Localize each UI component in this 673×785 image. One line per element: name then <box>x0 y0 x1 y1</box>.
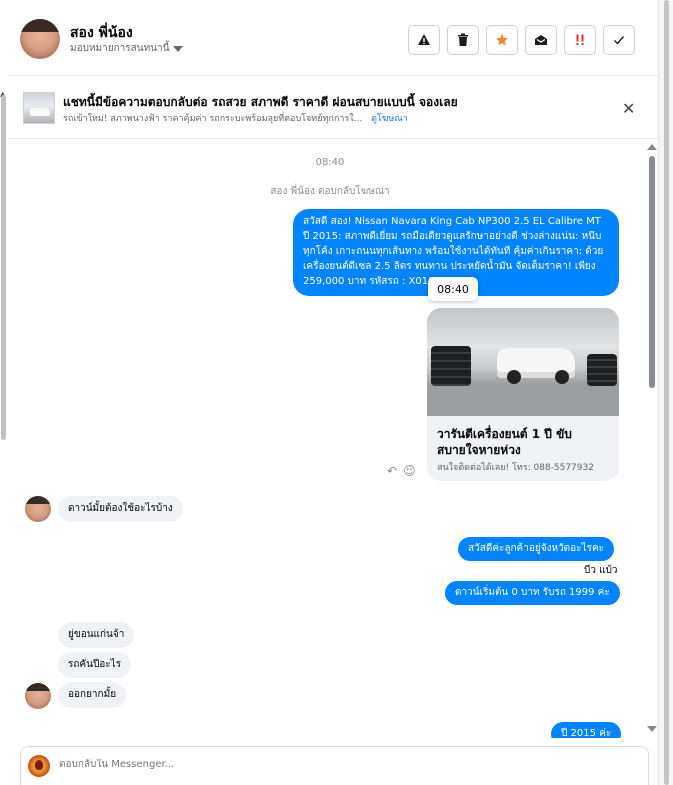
envelope-open-icon <box>535 35 547 45</box>
important-icon <box>576 34 584 45</box>
trash-icon <box>458 33 468 46</box>
incoming-message[interactable]: ยู่ขอนแก่นจ้า <box>58 622 135 648</box>
delete-button[interactable] <box>447 25 479 55</box>
view-ad-link[interactable]: ดูโฆษณา <box>371 114 408 124</box>
warning-icon <box>418 34 430 45</box>
scroll-down-icon[interactable] <box>647 726 657 732</box>
conversation-thread[interactable]: 08:40 สอง พี่น้อง ตอบกลับโฆษณา สวัสดี สอ… <box>8 140 658 738</box>
mark-unread-button[interactable] <box>525 25 557 55</box>
message-actions: ↶ ☺ <box>387 464 416 478</box>
sender-label: บีว แบ้ว <box>584 565 618 576</box>
assign-conversation-dropdown[interactable]: มอบหมายการสนทนานี้ <box>70 41 184 56</box>
mark-done-button[interactable] <box>603 25 635 55</box>
outgoing-message[interactable]: ดาวน์เริ่มต้น 0 บาท รับรถ 1999 ค่ะ <box>445 581 620 605</box>
star-button[interactable] <box>486 25 518 55</box>
caret-down-icon <box>173 45 184 52</box>
ad-subtitle: รถเข้าใหม่! สภาพนางฟ้า ราคาคุ้มค่า รถกระ… <box>63 111 408 125</box>
incoming-message[interactable]: รถคันปีอะไร <box>58 652 132 678</box>
message-composer <box>20 746 649 785</box>
card-subtitle: สนใจติดต่อได้เลย! โทร: 088-5577932 <box>437 463 594 473</box>
emoji-react-icon[interactable]: ☺ <box>403 464 416 478</box>
contact-avatar-small[interactable] <box>25 496 51 522</box>
report-spam-button[interactable] <box>408 25 440 55</box>
listing-card[interactable]: วารันตีเครื่องยนต์ 1 ปี ขับสบายใจหายห่วง… <box>427 308 619 481</box>
incoming-message[interactable]: ออกยากมั้ย <box>58 682 127 708</box>
contact-avatar-small[interactable] <box>25 683 51 709</box>
ad-description: รถเข้าใหม่! สภาพนางฟ้า ราคาคุ้มค่า รถกระ… <box>63 114 363 124</box>
header-actions <box>408 25 635 55</box>
check-icon <box>614 36 625 45</box>
reply-icon[interactable]: ↶ <box>387 464 397 478</box>
outgoing-message[interactable]: ปี 2015 ค่ะ <box>551 722 622 738</box>
card-title: วารันตีเครื่องยนต์ 1 ปี ขับสบายใจหายห่วง <box>437 427 572 457</box>
ad-reply-banner: แชทนี้มีข้อความตอบกลับต่อ รถสวย สภาพดี ร… <box>8 77 658 139</box>
scroll-up-icon[interactable] <box>647 144 657 150</box>
outer-left-scrollbar[interactable]: ▲ <box>0 0 8 785</box>
star-icon <box>496 34 508 46</box>
outgoing-message[interactable]: สวัสดีค่ะลูกค้าอยู่จังหวัดอะไรคะ <box>458 537 615 561</box>
incoming-message[interactable]: ดาวน์มั้ยต้องใช้อะไรบ้าง <box>58 496 183 522</box>
reply-input[interactable] <box>59 759 619 770</box>
timestamp: 08:40 <box>315 157 345 168</box>
vehicle-photo[interactable] <box>427 308 619 416</box>
outer-left-scroll-thumb[interactable] <box>1 95 6 440</box>
close-icon[interactable]: ✕ <box>622 99 635 118</box>
ad-thumbnail[interactable] <box>23 92 55 124</box>
assign-label: มอบหมายการสนทนานี้ <box>70 43 170 54</box>
ad-title: แชทนี้มีข้อความตอบกลับต่อ รถสวย สภาพดี ร… <box>63 95 458 109</box>
conversation-header: สอง พี่น้อง มอบหมายการสนทนานี้ <box>8 0 658 76</box>
outer-right-scroll-thumb[interactable] <box>664 0 669 785</box>
ad-reply-note: สอง พี่น้อง ตอบกลับโฆษณา <box>270 186 390 197</box>
contact-avatar[interactable] <box>20 19 60 59</box>
follow-up-button[interactable] <box>564 25 596 55</box>
time-tooltip: 08:40 <box>428 277 478 301</box>
page-avatar <box>28 755 50 777</box>
